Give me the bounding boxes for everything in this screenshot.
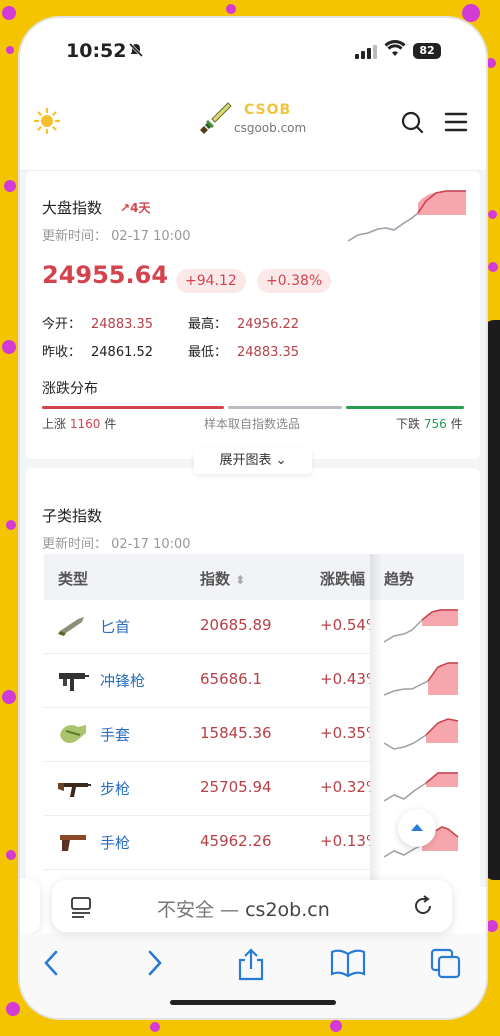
rifle-icon xyxy=(56,775,92,805)
knife-icon xyxy=(56,613,88,641)
cell-signal-icon xyxy=(355,44,377,63)
phone-screen: 10:52 82 CSOB csgoob.com 大盘指数 ↗4天 更新时间： … xyxy=(20,18,486,1018)
forward-icon[interactable] xyxy=(142,948,166,982)
distribution-title: 涨跌分布 xyxy=(42,381,98,397)
up-count-label: 上涨 1160 件 xyxy=(42,417,117,431)
sub-index-title: 子类指数 xyxy=(42,507,103,525)
home-indicator xyxy=(170,1000,336,1005)
gloves-icon xyxy=(56,721,90,751)
theme-toggle-sun-icon[interactable] xyxy=(33,107,61,138)
search-icon[interactable] xyxy=(401,111,425,139)
prev-close-value: 24861.52 xyxy=(91,345,154,360)
high-value: 24956.22 xyxy=(237,317,300,332)
previous-tab-edge[interactable] xyxy=(20,878,40,934)
trend-badge: ↗4天 xyxy=(120,199,150,216)
sword-logo-icon[interactable] xyxy=(198,100,234,140)
trend-sparkline xyxy=(383,772,458,802)
high-label: 最高： xyxy=(188,317,228,332)
price-change: +94.12 xyxy=(176,269,246,293)
url-text[interactable]: 不安全 — cs2ob.cn xyxy=(157,895,330,922)
col-type: 类型 xyxy=(58,570,89,588)
brand-domain: csgoob.com xyxy=(234,121,307,135)
chevron-down-icon: ⌄ xyxy=(275,453,287,468)
market-sparkline xyxy=(347,190,466,242)
open-label: 今开： xyxy=(42,317,82,332)
trend-column-shadow xyxy=(370,554,382,887)
col-index[interactable]: 指数 ⬍ xyxy=(200,568,245,589)
tabs-icon[interactable] xyxy=(430,948,462,984)
down-count-label: 下跌 756 件 xyxy=(396,417,463,431)
trend-sparkline xyxy=(383,609,458,643)
low-label: 最低： xyxy=(188,345,228,360)
flat-bar xyxy=(228,406,342,409)
battery-indicator: 82 xyxy=(413,43,441,59)
smg-icon xyxy=(56,667,90,697)
scroll-to-top-button[interactable] xyxy=(398,809,436,847)
col-trend-sticky: 趋势 xyxy=(384,570,415,588)
market-index-card: 大盘指数 ↗4天 更新时间： 02-17 10:00 24955.64 +94.… xyxy=(26,171,480,459)
page-content: 大盘指数 ↗4天 更新时间： 02-17 10:00 24955.64 +94.… xyxy=(20,171,486,887)
updated-time: 02-17 10:00 xyxy=(111,229,191,244)
status-bar: 10:52 82 xyxy=(20,18,486,78)
brand-name[interactable]: CSOB xyxy=(244,102,291,118)
up-bar xyxy=(42,406,224,409)
bookmarks-icon[interactable] xyxy=(330,948,366,982)
expand-chart-button[interactable]: 展开图表 ⌄ xyxy=(194,448,312,474)
sort-icon[interactable]: ⬍ xyxy=(235,573,245,587)
hamburger-menu-icon[interactable] xyxy=(444,111,468,137)
browser-toolbar xyxy=(20,934,486,1018)
arrow-up-icon xyxy=(411,824,423,831)
share-icon[interactable] xyxy=(236,948,266,986)
down-bar xyxy=(346,406,464,409)
address-bar[interactable]: 不安全 — cs2ob.cn xyxy=(52,880,452,932)
market-price: 24955.64 xyxy=(42,261,169,289)
low-value: 24883.35 xyxy=(237,345,300,360)
back-icon[interactable] xyxy=(40,948,64,982)
price-change-pct: +0.38% xyxy=(257,269,332,293)
sub-updated-label: 更新时间： xyxy=(42,537,108,552)
pistol-icon xyxy=(56,829,90,859)
trend-up-icon: ↗ xyxy=(120,201,131,215)
updated-label: 更新时间： xyxy=(42,229,108,244)
prev-close-label: 昨收： xyxy=(42,345,82,360)
reader-mode-icon[interactable] xyxy=(70,896,92,922)
status-time: 10:52 xyxy=(66,40,127,62)
silent-bell-icon xyxy=(128,42,144,62)
wifi-icon xyxy=(384,40,406,62)
site-header: CSOB csgoob.com xyxy=(20,78,486,171)
open-value: 24883.35 xyxy=(91,317,154,332)
sub-updated-time: 02-17 10:00 xyxy=(111,537,191,552)
reload-icon[interactable] xyxy=(412,895,434,921)
trend-sparkline xyxy=(383,718,459,750)
sample-note: 样本取自指数选品 xyxy=(204,417,301,431)
trend-sparkline xyxy=(383,662,458,696)
market-index-title: 大盘指数 xyxy=(42,199,103,217)
trend-days: 4天 xyxy=(130,201,151,215)
